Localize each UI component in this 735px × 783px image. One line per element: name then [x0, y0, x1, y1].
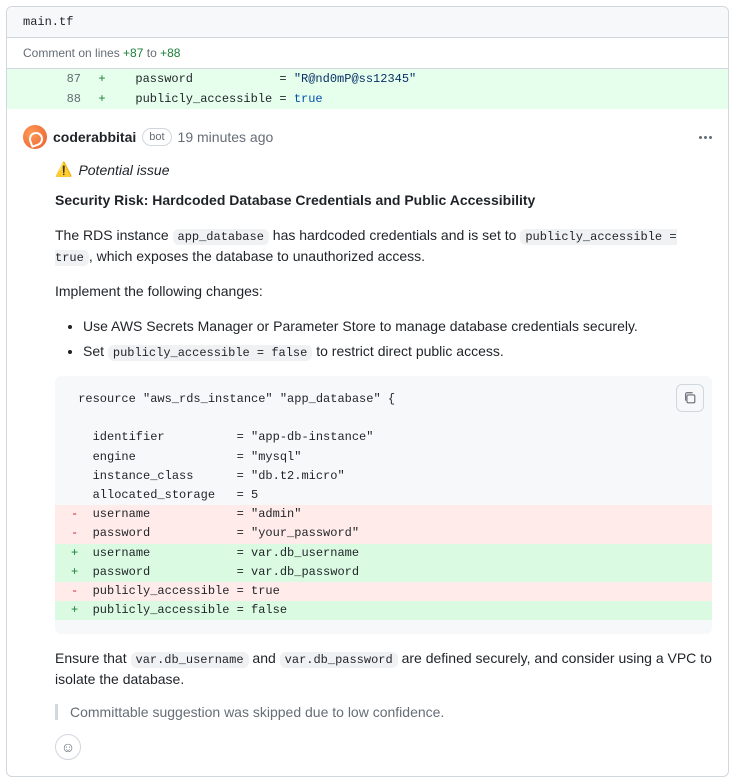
suggestion-list: Use AWS Secrets Manager or Parameter Sto… [55, 316, 712, 362]
code-line-removed: - password = "your_password" [55, 524, 712, 543]
code-line: identifier = "app-db-instance" [55, 428, 712, 447]
comment-content: ⚠️ Potential issue Security Risk: Hardco… [23, 161, 712, 760]
inline-code: publicly_accessible = false [108, 345, 312, 361]
code-suggestion: resource "aws_rds_instance" "app_databas… [55, 376, 712, 634]
diff-sign: + [91, 89, 113, 109]
diff-code: publicly_accessible = true [113, 89, 728, 109]
line-number: 88 [49, 89, 91, 109]
review-thread: main.tf Comment on lines +87 to +88 . 87… [6, 6, 729, 777]
add-reaction-button[interactable]: ☺ [55, 734, 81, 760]
warning-icon: ⚠️ [55, 161, 72, 178]
smiley-icon: ☺ [61, 739, 75, 755]
comment: coderabbitai bot 19 minutes ago ⚠️ Poten… [7, 109, 728, 776]
file-header[interactable]: main.tf [7, 7, 728, 38]
code-line: engine = "mysql" [55, 448, 712, 467]
inline-code: app_database [173, 229, 269, 245]
author-link[interactable]: coderabbitai [53, 129, 136, 145]
code-line: resource "aws_rds_instance" "app_databas… [55, 390, 712, 409]
diff-hunk: . 87 + password = "R@nd0mP@ss12345" . 88… [7, 69, 728, 109]
more-actions-icon[interactable] [699, 136, 712, 139]
line-number: 87 [49, 69, 91, 89]
list-item: Use AWS Secrets Manager or Parameter Sto… [83, 316, 712, 337]
code-line [55, 409, 712, 428]
issue-heading: Security Risk: Hardcoded Database Creden… [55, 190, 712, 211]
bot-badge: bot [142, 128, 171, 146]
paragraph: Implement the following changes: [55, 281, 712, 302]
list-item: Set publicly_accessible = false to restr… [83, 341, 712, 362]
timestamp[interactable]: 19 minutes ago [178, 129, 274, 145]
paragraph: The RDS instance app_database has hardco… [55, 225, 712, 267]
copy-icon [683, 391, 697, 405]
copy-button[interactable] [676, 384, 704, 412]
inline-code: var.db_username [131, 652, 249, 668]
issue-label: ⚠️ Potential issue [55, 161, 712, 178]
paragraph: Ensure that var.db_username and var.db_p… [55, 648, 712, 690]
file-name: main.tf [23, 15, 73, 29]
comment-header: coderabbitai bot 19 minutes ago [23, 117, 712, 161]
line-to: +88 [160, 46, 180, 60]
code-line-added: + publicly_accessible = false [55, 601, 712, 620]
line-from: +87 [123, 46, 143, 60]
code-line: instance_class = "db.t2.micro" [55, 467, 712, 486]
inline-code: var.db_password [280, 652, 398, 668]
code-line: allocated_storage = 5 [55, 486, 712, 505]
diff-row: . 87 + password = "R@nd0mP@ss12345" [7, 69, 728, 89]
diff-sign: + [91, 69, 113, 89]
avatar[interactable] [23, 125, 47, 149]
skip-note: Committable suggestion was skipped due t… [55, 704, 712, 720]
code-line-added: + password = var.db_password [55, 563, 712, 582]
diff-row: . 88 + publicly_accessible = true [7, 89, 728, 109]
code-line-added: + username = var.db_username [55, 544, 712, 563]
code-line-removed: - username = "admin" [55, 505, 712, 524]
comment-line-range[interactable]: Comment on lines +87 to +88 [7, 38, 728, 69]
diff-code: password = "R@nd0mP@ss12345" [113, 69, 728, 89]
code-line-removed: - publicly_accessible = true [55, 582, 712, 601]
